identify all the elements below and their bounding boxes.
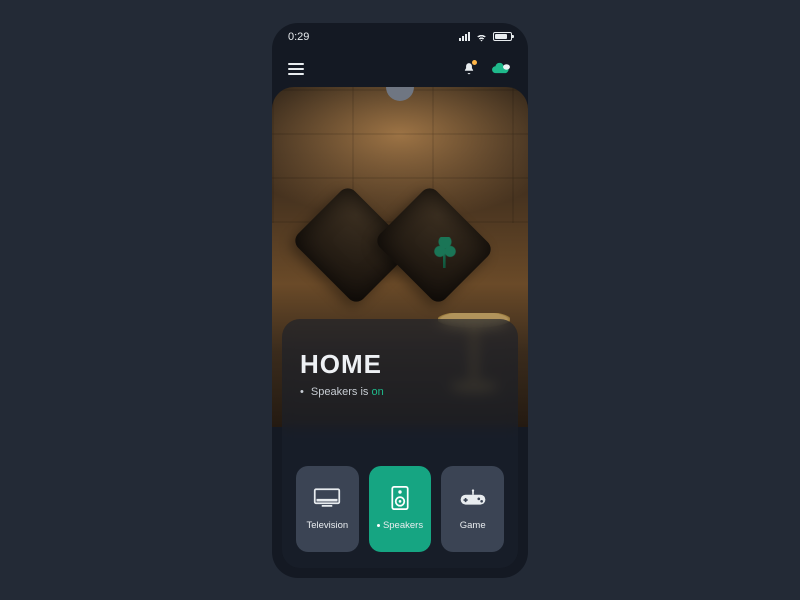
wifi-icon (475, 32, 488, 42)
weather-button[interactable] (490, 62, 512, 76)
battery-icon (493, 32, 512, 41)
menu-button[interactable] (288, 63, 304, 75)
tile-game[interactable]: Game (441, 466, 504, 552)
tv-icon (313, 486, 341, 510)
tile-label: Television (306, 520, 348, 531)
active-dot-icon (377, 524, 380, 527)
decor-plant (432, 237, 458, 285)
camera-notch (386, 87, 414, 101)
speaker-icon (386, 486, 414, 510)
status-bar: 0:29 (272, 23, 528, 51)
notifications-button[interactable] (462, 61, 476, 77)
notification-badge (472, 60, 477, 65)
device-tiles: Television Speakers (296, 466, 504, 552)
cloud-icon (490, 62, 512, 76)
status-indicators (459, 32, 512, 42)
tile-label: Speakers (377, 520, 423, 531)
app-header (272, 51, 528, 87)
tile-label: Game (460, 520, 486, 531)
home-card: HOME • Speakers is on Television (282, 319, 518, 568)
status-prefix: Speakers is (311, 386, 368, 398)
status-time: 0:29 (288, 31, 309, 43)
tile-speakers[interactable]: Speakers (369, 466, 432, 552)
phone-frame: 0:29 HOME (272, 23, 528, 578)
gamepad-icon (459, 486, 487, 510)
device-status-line: • Speakers is on (300, 386, 500, 398)
status-value: on (371, 386, 383, 398)
page-title: HOME (300, 349, 500, 380)
tile-television[interactable]: Television (296, 466, 359, 552)
bullet-icon: • (300, 386, 304, 398)
cellular-icon (459, 32, 470, 41)
